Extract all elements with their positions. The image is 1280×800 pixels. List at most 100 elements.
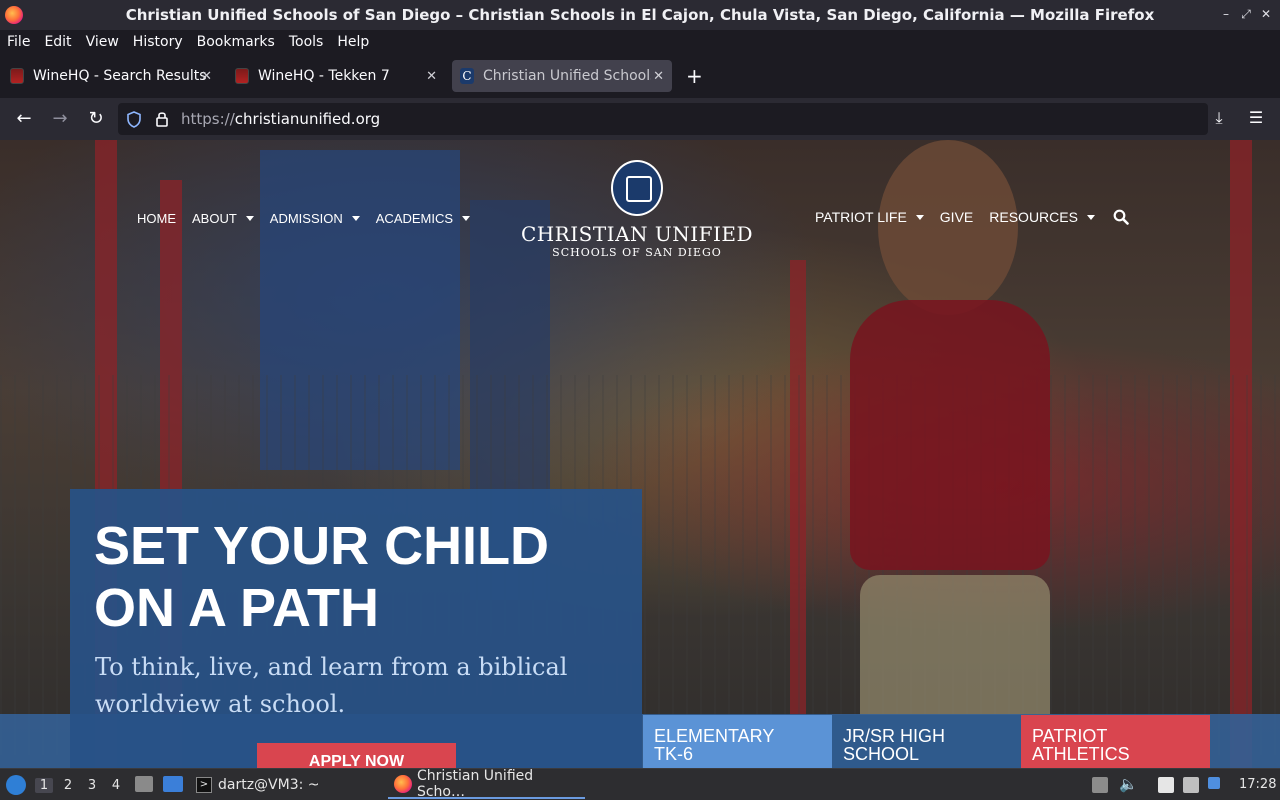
- menu-view[interactable]: View: [86, 34, 119, 50]
- taskbar: 1 2 3 4 > dartz@VM3: ~ Christian Unified…: [0, 768, 1280, 800]
- downloads-icon[interactable]: ⤓: [1208, 108, 1230, 128]
- school-seal-logo[interactable]: [611, 160, 663, 216]
- taskbar-firefox[interactable]: Christian Unified Scho…: [388, 768, 585, 800]
- new-tab-button[interactable]: +: [686, 64, 703, 88]
- menu-bookmarks[interactable]: Bookmarks: [197, 34, 275, 50]
- cu-favicon: C: [460, 68, 474, 84]
- tab-winehq-tekken[interactable]: WineHQ - Tekken 7 ✕: [227, 60, 445, 92]
- tab-winehq-search[interactable]: WineHQ - Search Results ✕: [2, 60, 220, 92]
- background-person: [878, 140, 1018, 315]
- clock[interactable]: 17:28: [1239, 777, 1276, 792]
- tab-label: WineHQ - Search Results: [33, 68, 207, 84]
- search-icon[interactable]: [1113, 209, 1129, 225]
- nav-admission[interactable]: ADMISSION: [270, 211, 360, 226]
- hero-title: SET YOUR CHILD ON A PATH: [94, 515, 634, 639]
- maximize-button[interactable]: ⤢: [1239, 7, 1253, 22]
- lock-icon[interactable]: [155, 110, 169, 127]
- close-tab-icon[interactable]: ✕: [653, 69, 664, 84]
- menu-help[interactable]: Help: [337, 34, 369, 50]
- nav-label: ACADEMICS: [375, 211, 454, 226]
- url-text[interactable]: https://christianunified.org: [181, 110, 380, 128]
- tile-label: SCHOOL: [843, 744, 920, 764]
- elementary-tile[interactable]: ELEMENTARY TK-6: [643, 715, 832, 768]
- nav-label: GIVE: [939, 209, 974, 225]
- menu-history[interactable]: History: [133, 34, 183, 50]
- tile-label: TK-6: [654, 744, 694, 764]
- terminal-icon: >: [196, 777, 212, 793]
- start-menu-icon[interactable]: [6, 775, 26, 795]
- close-tab-icon[interactable]: ✕: [201, 69, 212, 84]
- nav-home[interactable]: HOME: [137, 211, 176, 226]
- firefox-icon: [5, 6, 23, 24]
- hero-title-line: SET YOUR CHILD: [94, 516, 550, 576]
- nav-about[interactable]: ABOUT: [192, 211, 254, 226]
- hero-subtitle-line: To think, live, and learn from a biblica…: [95, 653, 568, 681]
- logo-name[interactable]: CHRISTIAN UNIFIED: [520, 222, 754, 246]
- nav-give[interactable]: GIVE: [940, 209, 973, 225]
- chevron-down-icon: [1086, 214, 1095, 220]
- desktop-icon[interactable]: [163, 776, 183, 792]
- tile-label: ELEMENTARY: [654, 726, 775, 746]
- background-person: [850, 300, 1050, 570]
- tray-arrow-icon[interactable]: [1092, 777, 1108, 793]
- nav-academics[interactable]: ACADEMICS: [375, 211, 471, 226]
- workspace-1[interactable]: 1: [35, 778, 53, 793]
- shield-icon[interactable]: [126, 111, 142, 128]
- app-menu-icon[interactable]: ☰: [1245, 108, 1267, 127]
- minimize-button[interactable]: –: [1219, 7, 1233, 21]
- page-content: HOME ABOUT ADMISSION ACADEMICS CHRISTIAN…: [0, 140, 1280, 768]
- jr-sr-high-tile[interactable]: JR/SR HIGH SCHOOL: [832, 715, 1021, 768]
- firefox-icon: [394, 775, 412, 793]
- nav-label: PATRIOT LIFE: [815, 209, 907, 225]
- chevron-down-icon: [462, 216, 471, 221]
- clipboard-icon[interactable]: [1158, 777, 1174, 793]
- menu-file[interactable]: File: [7, 34, 30, 50]
- workspace-3[interactable]: 3: [83, 778, 101, 793]
- workspace-2[interactable]: 2: [59, 778, 77, 793]
- wine-icon: [10, 68, 24, 84]
- taskbar-terminal[interactable]: > dartz@VM3: ~: [190, 771, 376, 799]
- site-nav-right: PATRIOT LIFE GIVE RESOURCES: [815, 209, 1129, 225]
- url-protocol: https://: [181, 110, 235, 128]
- volume-icon[interactable]: 🔈: [1119, 775, 1138, 793]
- chevron-down-icon: [245, 216, 254, 221]
- apply-now-button[interactable]: APPLY NOW: [257, 743, 456, 768]
- menu-bar: File Edit View History Bookmarks Tools H…: [0, 30, 1280, 54]
- hero-subtitle-line: worldview at school.: [95, 690, 346, 718]
- url-host: christianunified.org: [234, 110, 381, 128]
- menu-tools[interactable]: Tools: [289, 34, 324, 50]
- notification-icon[interactable]: [1208, 777, 1220, 789]
- close-tab-icon[interactable]: ✕: [426, 69, 437, 84]
- nav-label: HOME: [137, 211, 176, 226]
- tile-label: ATHLETICS: [1032, 744, 1130, 764]
- close-window-button[interactable]: ✕: [1259, 7, 1273, 21]
- window-titlebar: Christian Unified Schools of San Diego –…: [0, 0, 1280, 30]
- menu-edit[interactable]: Edit: [44, 34, 71, 50]
- back-button[interactable]: ←: [13, 108, 35, 129]
- file-manager-icon[interactable]: [135, 776, 153, 792]
- hero-card: SET YOUR CHILD ON A PATH To think, live,…: [70, 489, 642, 768]
- nav-label: ABOUT: [192, 211, 237, 226]
- tab-label: Christian Unified Schools: [483, 68, 651, 84]
- logo-subtitle[interactable]: SCHOOLS OF SAN DIEGO: [520, 246, 754, 259]
- window-title: Christian Unified Schools of San Diego –…: [125, 6, 1155, 24]
- athletics-tile[interactable]: PATRIOT ATHLETICS: [1021, 715, 1210, 768]
- nav-patriot-life[interactable]: PATRIOT LIFE: [815, 209, 924, 225]
- network-icon[interactable]: [1183, 777, 1199, 793]
- wine-icon: [235, 68, 249, 84]
- hero-subtitle: To think, live, and learn from a biblica…: [95, 649, 635, 723]
- tab-christian-unified[interactable]: C Christian Unified Schools ✕: [452, 60, 672, 92]
- site-nav-left: HOME ABOUT ADMISSION ACADEMICS: [137, 211, 486, 226]
- nav-label: RESOURCES: [989, 209, 1078, 225]
- tab-bar: WineHQ - Search Results ✕ WineHQ - Tekke…: [0, 54, 1280, 98]
- hero-title-line: ON A PATH: [94, 578, 379, 638]
- tab-label: WineHQ - Tekken 7: [258, 68, 390, 84]
- nav-resources[interactable]: RESOURCES: [989, 209, 1095, 225]
- nav-label: ADMISSION: [269, 211, 343, 226]
- taskbar-task-label: dartz@VM3: ~: [218, 777, 320, 793]
- taskbar-task-label: Christian Unified Scho…: [416, 768, 534, 800]
- reload-button[interactable]: ↻: [85, 108, 107, 129]
- workspace-4[interactable]: 4: [107, 778, 125, 793]
- chevron-down-icon: [915, 214, 924, 220]
- forward-button[interactable]: →: [49, 108, 71, 129]
